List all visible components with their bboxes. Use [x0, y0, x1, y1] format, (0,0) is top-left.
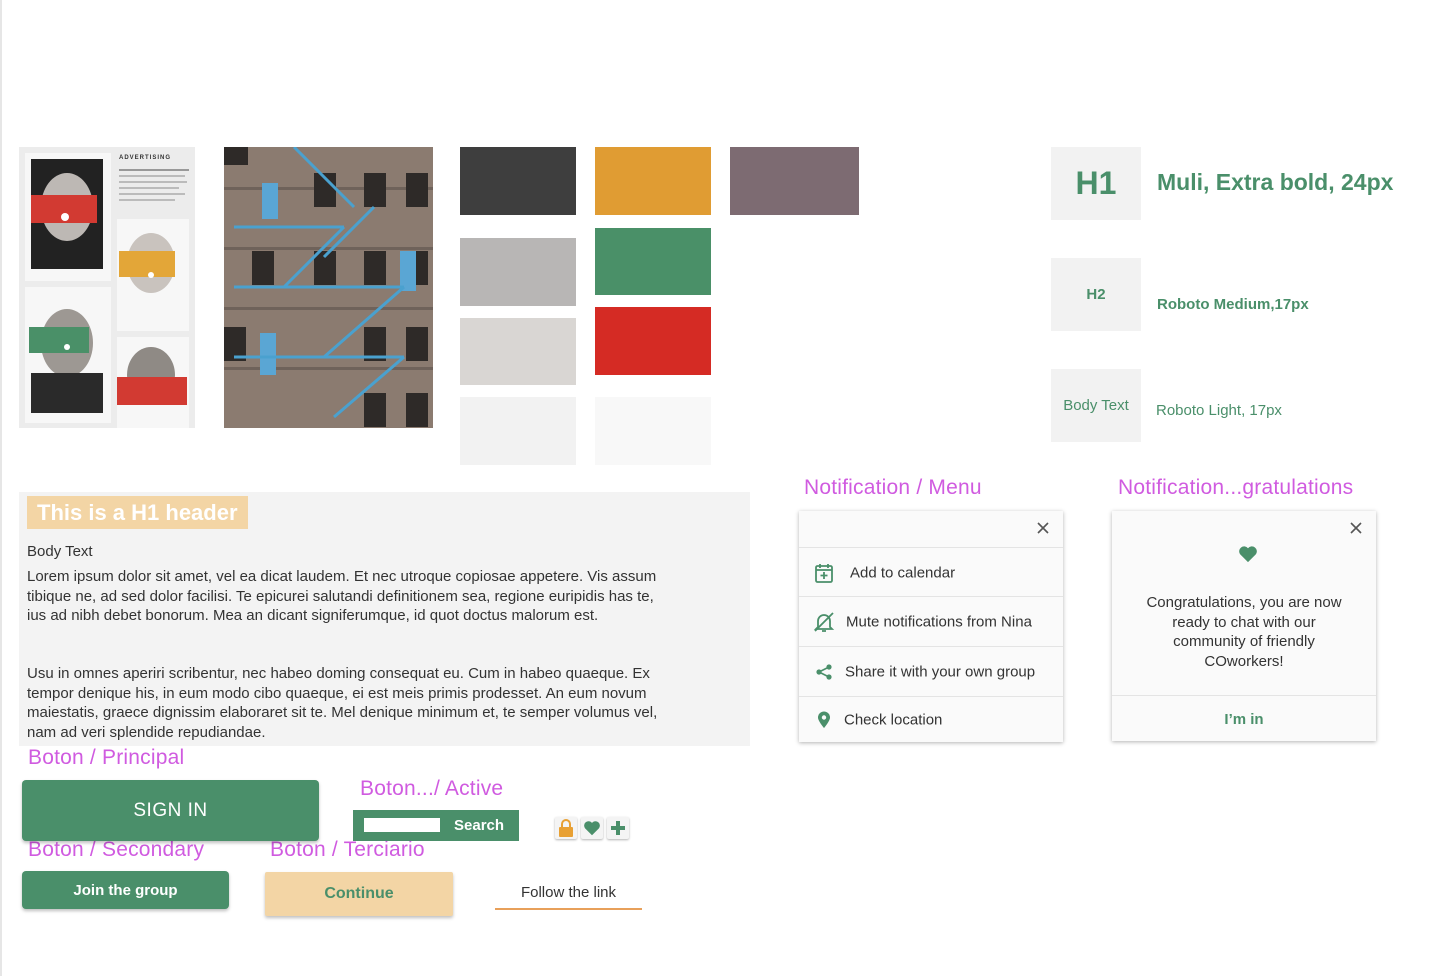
body-spec-label: Roboto Light, 17px: [1156, 402, 1282, 419]
page-left-border: [0, 0, 2, 976]
h2-sample: H2: [1051, 258, 1141, 331]
body-text-sample: Body Text: [1051, 369, 1141, 442]
close-icon[interactable]: [1035, 520, 1051, 536]
heart-icon: [584, 821, 600, 836]
h1-spec-label: Muli, Extra bold, 24px: [1157, 169, 1394, 195]
share-icon: [813, 661, 835, 683]
calendar-add-icon: [813, 562, 835, 584]
body-paragraph-1: Lorem ipsum dolor sit amet, vel ea dicat…: [27, 568, 657, 624]
advertising-poster-image: ADVERTISING: [19, 147, 195, 428]
im-in-button[interactable]: I’m in: [1112, 695, 1376, 742]
menu-item-label: Check location: [844, 711, 943, 729]
label-boton-secondary: Boton / Secondary: [28, 838, 205, 861]
join-group-button[interactable]: Join the group: [22, 871, 229, 909]
h2-spec-label: Roboto Medium,17px: [1157, 296, 1309, 313]
menu-item-check-location[interactable]: Check location: [799, 696, 1063, 743]
search-bar: Search: [353, 810, 519, 841]
location-pin-icon: [813, 709, 835, 731]
color-swatch-red: [595, 307, 711, 375]
label-boton-principal: Boton / Principal: [28, 746, 185, 769]
close-icon[interactable]: [1348, 520, 1364, 536]
h1-header-sample: This is a H1 header: [27, 496, 248, 529]
color-swatch-charcoal: [460, 147, 576, 215]
lock-button[interactable]: [555, 817, 577, 839]
poster-title: ADVERTISING: [119, 155, 172, 161]
bell-off-icon: [813, 611, 835, 633]
menu-item-share-with-group[interactable]: Share it with your own group: [799, 646, 1063, 697]
color-swatch-light-grey: [460, 318, 576, 385]
label-notification-congratulations: Notification...gratulations: [1118, 476, 1354, 499]
lock-icon: [559, 819, 573, 837]
label-notification-menu: Notification / Menu: [804, 476, 982, 499]
body-text-label: Body Text: [27, 543, 93, 560]
text-sample-panel: This is a H1 header Body Text Lorem ipsu…: [19, 492, 750, 746]
color-swatch-green: [595, 228, 711, 295]
menu-item-add-to-calendar[interactable]: Add to calendar: [799, 547, 1063, 597]
color-swatch-off-white-1: [460, 397, 576, 465]
color-swatch-off-white-2: [595, 397, 711, 465]
body-paragraph-2: Usu in omnes aperiri scribentur, nec hab…: [27, 665, 658, 741]
menu-item-mute-notifications[interactable]: Mute notifications from Nina: [799, 596, 1063, 647]
fire-escape-building-image: [224, 147, 433, 428]
sign-in-button[interactable]: SIGN IN: [22, 780, 319, 841]
congratulations-message: Congratulations, you are now ready to ch…: [1146, 594, 1342, 670]
search-input[interactable]: [364, 818, 440, 832]
h1-sample: H1: [1051, 147, 1141, 220]
color-swatch-mid-grey: [460, 238, 576, 306]
notification-congratulations-card: Congratulations, you are now ready to ch…: [1112, 511, 1376, 741]
search-button[interactable]: Search: [454, 810, 504, 841]
menu-item-label: Mute notifications from Nina: [846, 613, 1032, 631]
color-swatch-orange: [595, 147, 711, 215]
notification-menu-card: Add to calendar Mute notifications from …: [799, 511, 1063, 742]
add-button[interactable]: [607, 817, 629, 839]
color-swatch-mauve-grey: [730, 147, 859, 215]
heart-icon: [1238, 545, 1258, 568]
plus-icon: [611, 821, 625, 835]
follow-link[interactable]: Follow the link: [495, 880, 642, 910]
heart-button[interactable]: [581, 817, 603, 839]
label-boton-terciario: Boton / Terciario: [270, 838, 425, 861]
menu-item-label: Add to calendar: [850, 564, 956, 581]
label-boton-active: Boton.../ Active: [360, 777, 504, 800]
menu-item-label: Share it with your own group: [845, 663, 1036, 681]
continue-button[interactable]: Continue: [265, 872, 453, 916]
